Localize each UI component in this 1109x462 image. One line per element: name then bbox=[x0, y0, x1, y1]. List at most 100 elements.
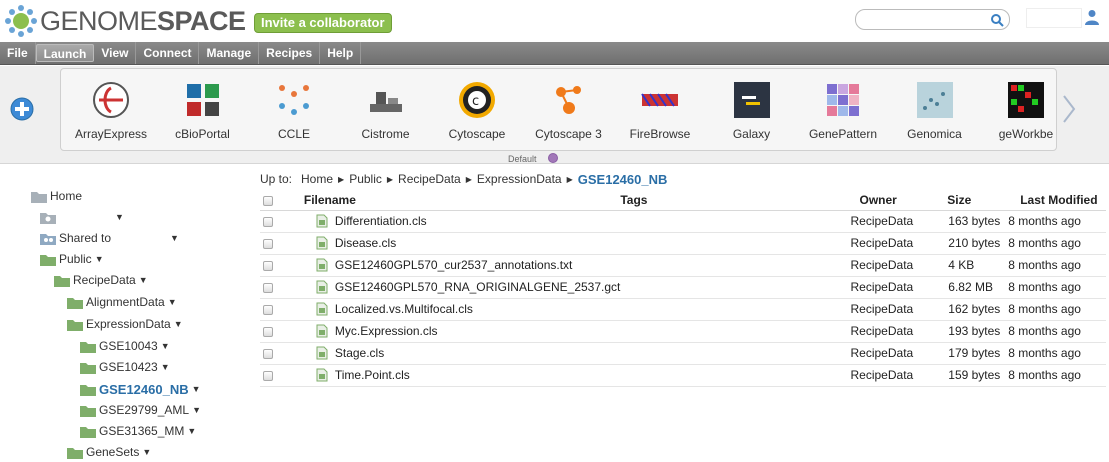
menu-item-launch[interactable]: Launch bbox=[35, 44, 95, 62]
menu-item-view[interactable]: View bbox=[94, 42, 137, 64]
app-tile-galaxy[interactable]: Galaxy bbox=[707, 69, 797, 149]
menu-item-file[interactable]: File bbox=[0, 42, 36, 64]
row-checkbox[interactable] bbox=[263, 238, 273, 249]
column-header-filename[interactable]: Filename bbox=[287, 190, 621, 211]
column-header-size[interactable]: Size bbox=[938, 190, 1007, 211]
chevron-down-icon[interactable]: ▼ bbox=[161, 341, 170, 351]
table-row[interactable]: Disease.cls RecipeData 210 bytes 8 months a… bbox=[260, 232, 1106, 255]
tree-node-expressiondata[interactable]: ExpressionData ▼ bbox=[67, 314, 183, 334]
tree-node-gse10043[interactable]: GSE10043 ▼ bbox=[80, 336, 170, 356]
row-checkbox[interactable] bbox=[263, 348, 273, 359]
breadcrumb-item-home[interactable]: Home bbox=[301, 172, 333, 186]
tree-node-home[interactable]: Home bbox=[31, 186, 82, 206]
menu-item-manage[interactable]: Manage bbox=[199, 42, 260, 64]
tree-node-gse31365[interactable]: GSE31365_MM ▼ bbox=[80, 421, 196, 441]
invite-collaborator-button[interactable]: Invite a collaborator bbox=[254, 13, 392, 33]
app-tile-ccle[interactable]: CCLE bbox=[249, 69, 339, 149]
app-tile-genepattern[interactable]: GenePattern bbox=[798, 69, 888, 149]
app-tile-geworkbench[interactable]: geWorkbe bbox=[981, 69, 1056, 149]
chevron-down-icon[interactable]: ▼ bbox=[168, 297, 177, 307]
folder-icon bbox=[80, 384, 96, 396]
tree-node-recipedata[interactable]: RecipeData ▼ bbox=[54, 270, 148, 290]
breadcrumb-item-recipedata[interactable]: RecipeData bbox=[398, 172, 461, 186]
breadcrumb-item-public[interactable]: Public bbox=[349, 172, 382, 186]
row-checkbox[interactable] bbox=[263, 370, 273, 381]
row-checkbox[interactable] bbox=[263, 282, 273, 293]
app-label: Genomica bbox=[907, 127, 962, 141]
chevron-down-icon[interactable]: ▼ bbox=[139, 275, 148, 285]
row-select-cell bbox=[260, 342, 288, 365]
chevron-down-icon[interactable]: ▼ bbox=[142, 447, 151, 457]
chevron-down-icon[interactable]: ▼ bbox=[192, 405, 201, 415]
filename-link[interactable]: Disease.cls bbox=[335, 236, 396, 250]
tree-node-genesets[interactable]: GeneSets ▼ bbox=[67, 442, 151, 462]
modified-cell: 8 months ago bbox=[1006, 276, 1106, 299]
column-header-modified[interactable]: Last Modified bbox=[1006, 190, 1106, 211]
tree-node-label: GeneSets bbox=[86, 445, 140, 459]
menu-item-connect[interactable]: Connect bbox=[136, 42, 200, 64]
app-tile-arrayexpress[interactable]: ArrayExpress bbox=[66, 69, 156, 149]
tree-node-public[interactable]: Public ▼ bbox=[40, 249, 104, 269]
breadcrumb-current: GSE12460_NB bbox=[577, 171, 668, 187]
table-row[interactable]: Differentiation.cls RecipeData 163 bytes 8 … bbox=[260, 210, 1106, 233]
filename-link[interactable]: GSE12460GPL570_cur2537_annotations.txt bbox=[335, 258, 573, 272]
app-tile-cytoscape3[interactable]: Cytoscape 3 bbox=[524, 69, 614, 149]
default-group-dot[interactable] bbox=[548, 153, 558, 163]
filename-link[interactable]: GSE12460GPL570_RNA_ORIGINALGENE_2537.gct bbox=[335, 280, 621, 294]
file-icon bbox=[316, 214, 328, 228]
chevron-down-icon[interactable]: ▼ bbox=[192, 384, 201, 394]
app-tile-firebrowse[interactable]: FireBrowse bbox=[615, 69, 705, 149]
filename-link[interactable]: Stage.cls bbox=[335, 346, 384, 360]
genomespace-logo[interactable]: GENOMESPACE bbox=[4, 4, 246, 38]
app-tile-cytoscape[interactable]: c Cytoscape bbox=[432, 69, 522, 149]
select-all-checkbox[interactable] bbox=[263, 195, 273, 206]
add-tool-icon[interactable] bbox=[10, 97, 34, 121]
row-checkbox[interactable] bbox=[263, 326, 273, 337]
search-input[interactable] bbox=[855, 9, 1010, 30]
chevron-down-icon[interactable]: ▼ bbox=[161, 362, 170, 372]
table-row[interactable]: Localized.vs.Multifocal.cls RecipeData 162… bbox=[260, 298, 1106, 321]
chevron-down-icon[interactable]: ▼ bbox=[187, 426, 196, 436]
chevron-down-icon[interactable]: ▼ bbox=[95, 254, 104, 264]
column-header-tags[interactable]: Tags bbox=[620, 190, 851, 211]
chevron-down-icon[interactable]: ▼ bbox=[174, 319, 183, 329]
row-select-cell bbox=[260, 232, 288, 255]
username-field[interactable] bbox=[1026, 8, 1082, 28]
tree-node-alignmentdata[interactable]: AlignmentData ▼ bbox=[67, 292, 177, 312]
tree-node-gse29799[interactable]: GSE29799_AML ▼ bbox=[80, 400, 201, 420]
column-header-owner[interactable]: Owner bbox=[850, 190, 939, 211]
tree-node-gse12460[interactable]: GSE12460_NB ▼ bbox=[80, 379, 201, 399]
row-checkbox[interactable] bbox=[263, 304, 273, 315]
app-tile-cistrome[interactable]: Cistrome bbox=[341, 69, 431, 149]
row-checkbox[interactable] bbox=[263, 260, 273, 271]
tree-node-shared[interactable]: Shared to ▼ bbox=[40, 228, 179, 248]
row-select-cell bbox=[260, 320, 288, 343]
table-row[interactable]: Time.Point.cls RecipeData 159 bytes 8 month… bbox=[260, 364, 1106, 387]
filename-link[interactable]: Localized.vs.Multifocal.cls bbox=[335, 302, 473, 316]
menu-item-recipes[interactable]: Recipes bbox=[259, 42, 321, 64]
filename-link[interactable]: Time.Point.cls bbox=[335, 368, 410, 382]
table-row[interactable]: Myc.Expression.cls RecipeData 193 bytes 8 m… bbox=[260, 320, 1106, 343]
filename-cell: Myc.Expression.cls bbox=[287, 320, 621, 343]
table-row[interactable]: GSE12460GPL570_RNA_ORIGINALGENE_2537.gct… bbox=[260, 276, 1106, 299]
tree-node-user-home[interactable]: ▼ bbox=[40, 207, 124, 227]
genepattern-icon bbox=[827, 84, 859, 116]
app-label: Cytoscape 3 bbox=[535, 127, 602, 141]
filename-link[interactable]: Differentiation.cls bbox=[335, 214, 427, 228]
search-icon[interactable] bbox=[990, 13, 1004, 27]
tree-node-gse10423[interactable]: GSE10423 ▼ bbox=[80, 357, 170, 377]
app-tile-genomica[interactable]: Genomica bbox=[890, 69, 980, 149]
chevron-down-icon[interactable]: ▼ bbox=[115, 212, 124, 222]
row-checkbox[interactable] bbox=[263, 216, 273, 227]
breadcrumb-item-expressiondata[interactable]: ExpressionData bbox=[477, 172, 562, 186]
app-tile-cbioportal[interactable]: cBioPortal bbox=[158, 69, 248, 149]
filename-link[interactable]: Myc.Expression.cls bbox=[335, 324, 438, 338]
chevron-right-icon[interactable] bbox=[1061, 94, 1077, 124]
chevron-down-icon[interactable]: ▼ bbox=[170, 233, 179, 243]
folder-icon bbox=[67, 297, 83, 309]
menu-item-help[interactable]: Help bbox=[320, 42, 362, 64]
cytoscape-icon: c bbox=[459, 82, 495, 118]
table-row[interactable]: GSE12460GPL570_cur2537_annotations.txt Re… bbox=[260, 254, 1106, 277]
table-row[interactable]: Stage.cls RecipeData 179 bytes 8 months ago bbox=[260, 342, 1106, 365]
user-icon[interactable] bbox=[1085, 9, 1099, 25]
